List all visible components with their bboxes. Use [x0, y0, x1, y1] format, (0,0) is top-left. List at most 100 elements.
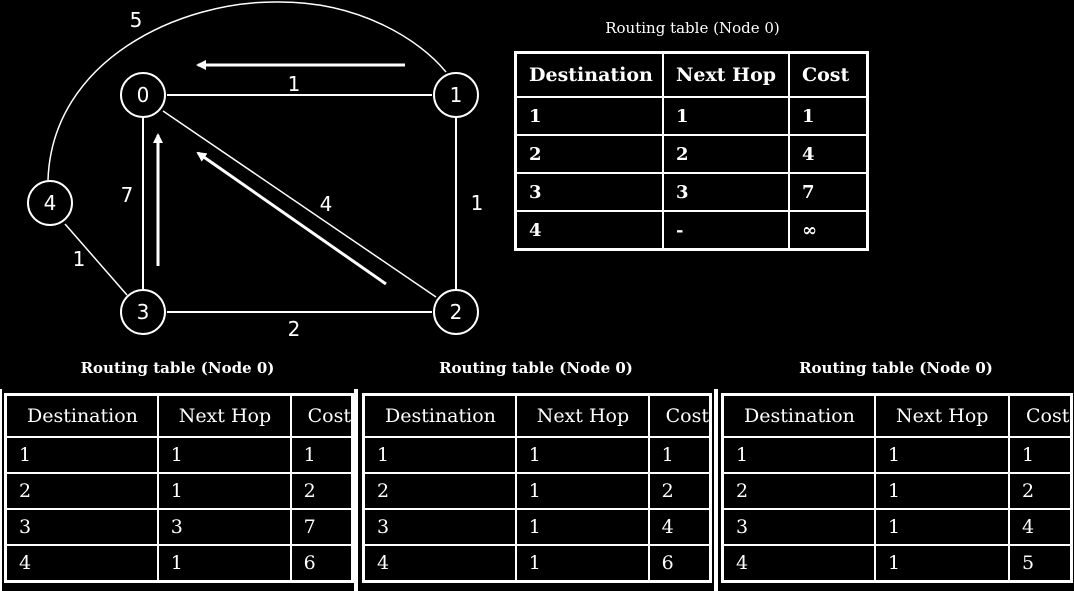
- routing-table-initial: Destination Next Hop Cost 1 1 1 2 2 4 3 …: [514, 51, 869, 251]
- cell-destination: 1: [721, 436, 876, 474]
- table-header-row: Destination Next Hop Cost: [362, 393, 712, 438]
- cell-cost: 4: [1008, 508, 1073, 546]
- header-destination: Destination: [362, 393, 517, 438]
- table-row: 2 1 2: [362, 472, 712, 510]
- cell-cost: 2: [647, 472, 712, 510]
- cell-destination: 3: [721, 508, 876, 546]
- cell-next-hop: 2: [662, 134, 790, 174]
- cell-destination: 3: [514, 172, 664, 212]
- routing-table-step3: Destination Next Hop Cost 1 1 1 2 1 2 3 …: [721, 393, 1073, 583]
- edge-0-2: [162, 110, 437, 298]
- table-header-row: Destination Next Hop Cost: [514, 51, 869, 98]
- table-row: 3 1 4: [721, 508, 1073, 546]
- cell-next-hop: 1: [156, 436, 292, 474]
- cell-cost: ∞: [788, 210, 869, 251]
- table-row: 1 1 1: [721, 436, 1073, 474]
- cell-cost: 2: [1008, 472, 1073, 510]
- node-4: 4: [27, 180, 73, 226]
- node-label-4: 4: [44, 191, 57, 215]
- cell-destination: 3: [362, 508, 517, 546]
- header-next-hop: Next Hop: [662, 51, 790, 98]
- header-next-hop: Next Hop: [874, 393, 1010, 438]
- node-1: 1: [433, 72, 479, 118]
- cell-destination: 2: [4, 472, 159, 510]
- header-cost: Cost: [289, 393, 354, 438]
- table-row: 4 1 5: [721, 544, 1073, 583]
- cell-destination: 3: [4, 508, 159, 546]
- cell-cost: 2: [289, 472, 354, 510]
- table-row: 2 1 2: [721, 472, 1073, 510]
- header-cost: Cost: [647, 393, 712, 438]
- node-3: 3: [120, 289, 166, 335]
- cell-cost: 1: [647, 436, 712, 474]
- cell-cost: 6: [289, 544, 354, 583]
- cell-destination: 4: [4, 544, 159, 583]
- cell-next-hop: 1: [156, 544, 292, 583]
- edge-label-2-3: 2: [288, 317, 301, 341]
- cell-cost: 7: [289, 508, 354, 546]
- cell-cost: 1: [788, 96, 869, 136]
- table-row: 4 1 6: [4, 544, 354, 583]
- table-row: 3 1 4: [362, 508, 712, 546]
- cell-next-hop: 3: [662, 172, 790, 212]
- cell-next-hop: 3: [156, 508, 292, 546]
- cell-next-hop: 1: [514, 508, 650, 546]
- edge-label-4-1: 5: [130, 8, 143, 32]
- table-row: 4 1 6: [362, 544, 712, 583]
- header-cost: Cost: [788, 51, 869, 98]
- header-destination: Destination: [514, 51, 664, 98]
- header-next-hop: Next Hop: [156, 393, 292, 438]
- cell-next-hop: 1: [514, 436, 650, 474]
- table-row: 3 3 7: [514, 172, 869, 212]
- edge-label-0-3: 7: [121, 183, 134, 207]
- table-row: 2 1 2: [4, 472, 354, 510]
- cell-destination: 2: [514, 134, 664, 174]
- cell-next-hop: -: [662, 210, 790, 251]
- routing-table-step2: Destination Next Hop Cost 1 1 1 2 1 2 3 …: [362, 393, 712, 583]
- cell-destination: 2: [721, 472, 876, 510]
- header-destination: Destination: [4, 393, 159, 438]
- table-header-row: Destination Next Hop Cost: [721, 393, 1073, 438]
- table-header-row: Destination Next Hop Cost: [4, 393, 354, 438]
- cell-cost: 4: [647, 508, 712, 546]
- cell-next-hop: 1: [514, 472, 650, 510]
- routing-table-step1: Destination Next Hop Cost 1 1 1 2 1 2 3 …: [4, 393, 354, 583]
- node-0: 0: [120, 72, 166, 118]
- cell-destination: 4: [362, 544, 517, 583]
- cell-destination: 1: [514, 96, 664, 136]
- edge-4-1: [47, 1, 447, 181]
- cell-destination: 2: [362, 472, 517, 510]
- header-next-hop: Next Hop: [514, 393, 650, 438]
- edge-label-1-2: 1: [471, 191, 484, 215]
- cell-destination: 1: [362, 436, 517, 474]
- routing-table-caption-initial: Routing table (Node 0): [605, 19, 780, 37]
- table-row: 1 1 1: [514, 96, 869, 136]
- edge-label-3-4: 1: [73, 247, 86, 271]
- node-label-1: 1: [450, 83, 463, 107]
- edge-label-0-1: 1: [288, 72, 301, 96]
- cell-next-hop: 1: [514, 544, 650, 583]
- cell-cost: 7: [788, 172, 869, 212]
- cell-cost: 1: [1008, 436, 1073, 474]
- header-cost: Cost: [1008, 393, 1073, 438]
- header-destination: Destination: [721, 393, 876, 438]
- cell-cost: 6: [647, 544, 712, 583]
- node-label-2: 2: [450, 300, 463, 324]
- node-label-3: 3: [137, 300, 150, 324]
- table-row: 1 1 1: [4, 436, 354, 474]
- routing-table-caption-step3: Routing table (Node 0): [799, 359, 993, 377]
- cell-next-hop: 1: [874, 436, 1010, 474]
- table-row: 2 2 4: [514, 134, 869, 174]
- cell-destination: 4: [721, 544, 876, 583]
- node-label-0: 0: [137, 83, 150, 107]
- cell-next-hop: 1: [874, 544, 1010, 583]
- network-graph: 1 1 2 7 4 1 5 0 1 2 3 4: [27, 1, 484, 341]
- table-row: 1 1 1: [362, 436, 712, 474]
- cell-next-hop: 1: [874, 508, 1010, 546]
- cell-next-hop: 1: [874, 472, 1010, 510]
- cell-next-hop: 1: [662, 96, 790, 136]
- edge-label-0-2: 4: [320, 192, 333, 216]
- cell-cost: 4: [788, 134, 869, 174]
- cell-destination: 1: [4, 436, 159, 474]
- arrow-2-to-0: [196, 151, 387, 286]
